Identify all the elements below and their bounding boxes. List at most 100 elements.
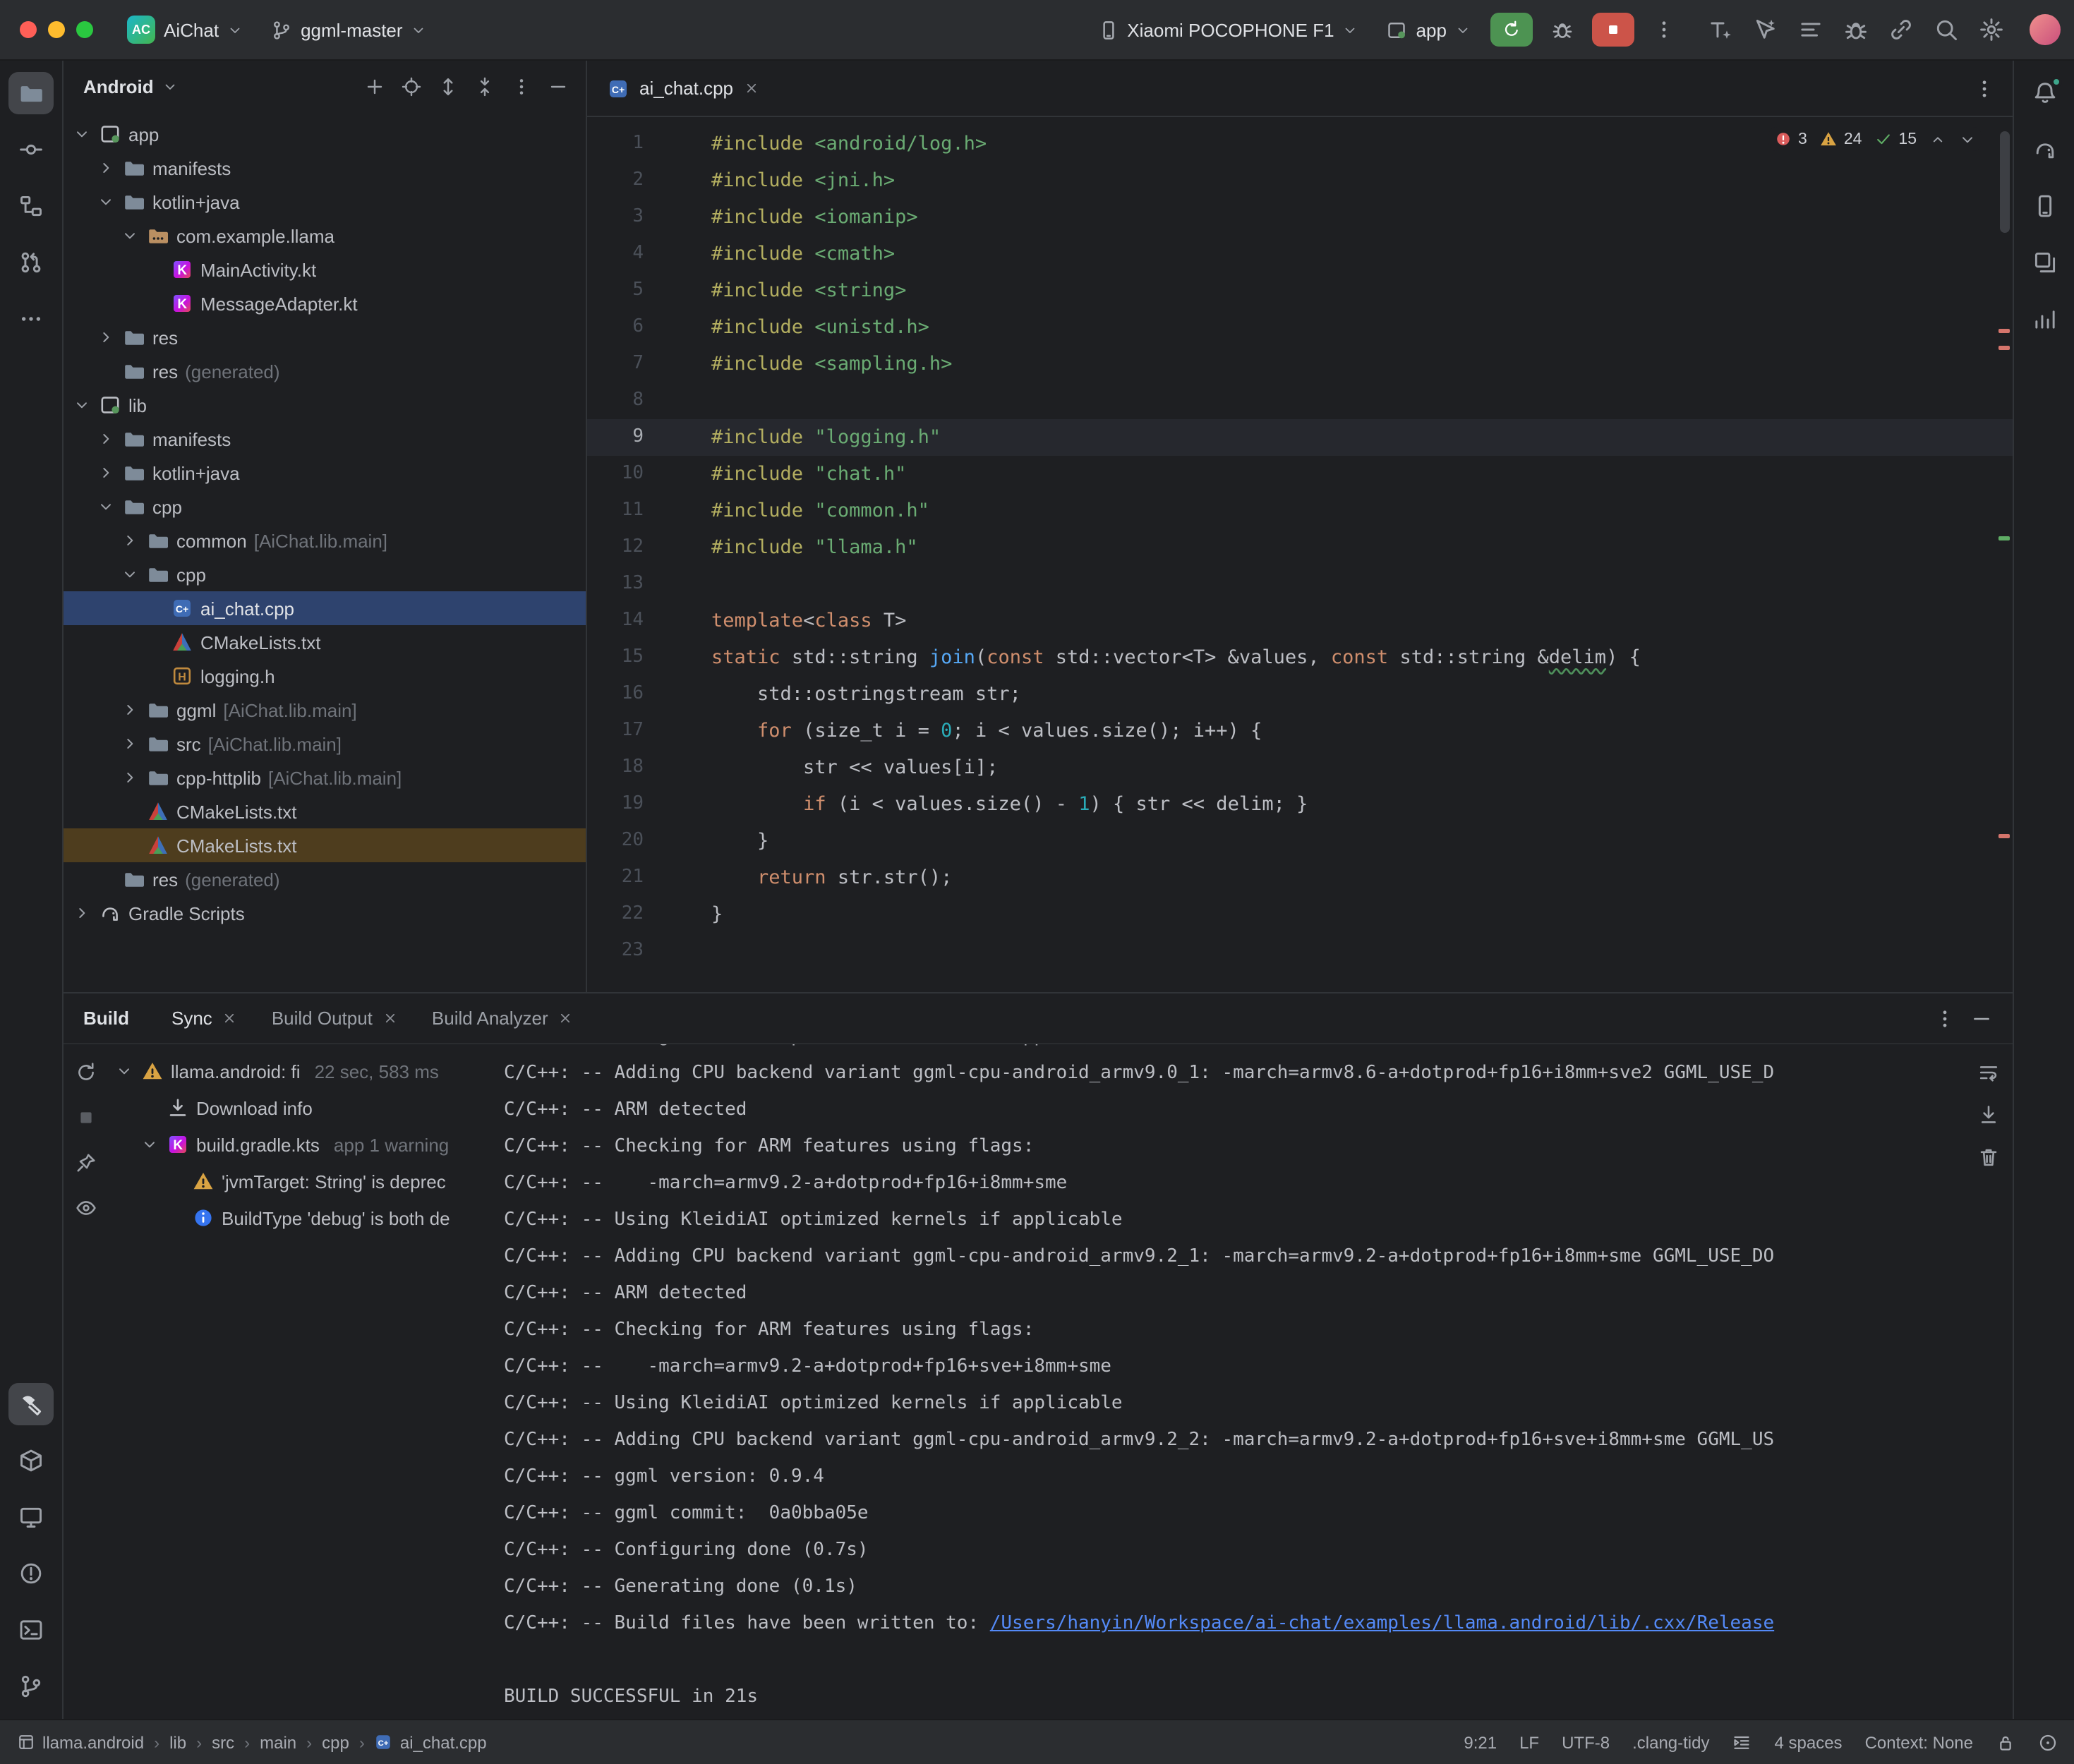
file-encoding[interactable]: UTF-8	[1562, 1732, 1610, 1752]
expand-all-icon[interactable]	[430, 71, 464, 102]
tree-item[interactable]: CMakeLists.txt	[64, 795, 586, 828]
device-manager-tool-icon[interactable]	[2022, 185, 2067, 227]
collapse-all-icon[interactable]	[467, 71, 501, 102]
code-style-icon[interactable]	[1732, 1732, 1752, 1752]
vcs-branch-widget[interactable]: ggml-master	[260, 13, 438, 46]
tree-item[interactable]: res (generated)	[64, 862, 586, 896]
code-line[interactable]: #include "common.h"	[677, 493, 2013, 529]
breadcrumb-item[interactable]: C+ai_chat.cpp	[375, 1732, 487, 1752]
version-control-tool-icon[interactable]	[8, 1665, 54, 1708]
code-line[interactable]: #include "chat.h"	[677, 456, 2013, 493]
user-avatar[interactable]	[2030, 14, 2061, 45]
pull-requests-tool-icon[interactable]	[8, 241, 54, 284]
breadcrumb-item[interactable]: lib	[169, 1732, 186, 1752]
notifications-icon[interactable]	[2022, 72, 2067, 114]
more-tool-windows-icon[interactable]	[8, 298, 54, 340]
line-number[interactable]: 20	[587, 823, 677, 859]
chevron-down-icon[interactable]	[96, 193, 116, 210]
line-number[interactable]: 23	[587, 933, 677, 969]
code-line[interactable]: #include "llama.h"	[677, 529, 2013, 566]
close-window-button[interactable]	[20, 21, 37, 38]
line-number[interactable]: 17	[587, 713, 677, 749]
line-separator[interactable]: LF	[1519, 1732, 1539, 1752]
project-tool-icon[interactable]	[8, 72, 54, 114]
prev-problem-icon[interactable]	[1929, 131, 1946, 147]
code-line[interactable]: #include <sampling.h>	[677, 346, 2013, 382]
build-panel-title[interactable]: Build	[83, 1008, 129, 1029]
line-number[interactable]: 9	[587, 419, 677, 456]
stop-sync-icon[interactable]	[69, 1101, 103, 1135]
chevron-down-icon[interactable]	[72, 126, 92, 143]
breadcrumb-item[interactable]: main	[260, 1732, 296, 1752]
close-tab-icon[interactable]	[222, 1010, 238, 1026]
tree-item[interactable]: kotlin+java	[64, 456, 586, 490]
profiler-icon[interactable]	[1835, 10, 1877, 49]
close-tab-icon[interactable]	[382, 1010, 398, 1026]
more-run-actions-icon[interactable]	[1643, 11, 1685, 48]
add-icon[interactable]	[357, 71, 391, 102]
editor-scrollbar[interactable]	[2000, 131, 2010, 233]
line-number[interactable]: 12	[587, 529, 677, 566]
tree-item[interactable]: Hlogging.h	[64, 659, 586, 693]
project-widget[interactable]: AC AiChat	[116, 10, 254, 49]
chevron-down-icon[interactable]	[114, 1063, 134, 1080]
code-line[interactable]: return str.str();	[677, 859, 2013, 896]
warning-count[interactable]: 24	[1820, 130, 1862, 148]
code-line[interactable]: }	[677, 896, 2013, 933]
close-tab-icon[interactable]	[558, 1010, 574, 1026]
build-options-icon[interactable]	[1928, 1003, 1962, 1034]
chevron-right-icon[interactable]	[120, 735, 140, 752]
tree-item[interactable]: ggml [AiChat.lib.main]	[64, 693, 586, 727]
locate-file-icon[interactable]	[394, 71, 428, 102]
code-editor[interactable]: 1234567891011121314151617181920212223 #i…	[587, 117, 2013, 992]
tree-item[interactable]: cpp	[64, 490, 586, 524]
chevron-right-icon[interactable]	[96, 159, 116, 176]
chevron-down-icon[interactable]	[96, 498, 116, 515]
line-number[interactable]: 2	[587, 162, 677, 199]
terminal-tool-icon[interactable]	[8, 1609, 54, 1651]
tree-item[interactable]: lib	[64, 388, 586, 422]
run-button[interactable]	[1490, 13, 1533, 47]
line-number[interactable]: 4	[587, 236, 677, 272]
debug-button[interactable]	[1541, 11, 1584, 48]
build-tab[interactable]: Build Analyzer	[415, 993, 591, 1043]
tree-item[interactable]: res (generated)	[64, 354, 586, 388]
panel-options-icon[interactable]	[504, 71, 538, 102]
ai-assistant-icon[interactable]	[1744, 10, 1787, 49]
running-devices-tool-icon[interactable]	[2022, 241, 2067, 284]
line-number[interactable]: 10	[587, 456, 677, 493]
line-number[interactable]: 7	[587, 346, 677, 382]
ai-rename-icon[interactable]	[1699, 10, 1742, 49]
commit-tool-icon[interactable]	[8, 128, 54, 171]
structure-tool-icon[interactable]	[8, 185, 54, 227]
code-line[interactable]	[677, 933, 2013, 969]
task-list-icon[interactable]	[1790, 10, 1832, 49]
inspection-widget[interactable]: 32415	[1768, 127, 1982, 151]
filter-warnings-icon[interactable]	[69, 1191, 103, 1225]
code-line[interactable]: #include <unistd.h>	[677, 309, 2013, 346]
stop-button[interactable]	[1592, 13, 1634, 47]
build-tree-item[interactable]: Download info	[109, 1089, 490, 1126]
minimize-window-button[interactable]	[48, 21, 65, 38]
pin-icon[interactable]	[69, 1146, 103, 1180]
line-number[interactable]: 3	[587, 199, 677, 236]
line-number[interactable]: 22	[587, 896, 677, 933]
breadcrumb-item[interactable]: cpp	[322, 1732, 349, 1752]
build-tab[interactable]: Build Output	[255, 993, 415, 1043]
code-line[interactable]: template<class T>	[677, 603, 2013, 639]
device-pairing-icon[interactable]	[1880, 10, 1922, 49]
search-everywhere-icon[interactable]	[1925, 10, 1967, 49]
build-tree-item[interactable]: llama.android: fi22 sec, 583 ms	[109, 1053, 490, 1089]
settings-gear-icon[interactable]	[1970, 10, 2013, 49]
code-line[interactable]	[677, 566, 2013, 603]
project-view-selector[interactable]: Android	[83, 75, 178, 97]
tree-item[interactable]: KMessageAdapter.kt	[64, 286, 586, 320]
code-line[interactable]: #include "logging.h"	[677, 419, 2013, 456]
code-line[interactable]: #include <cmath>	[677, 236, 2013, 272]
hide-build-panel-icon[interactable]	[1965, 1003, 1998, 1034]
chevron-right-icon[interactable]	[96, 464, 116, 481]
events-icon[interactable]	[2038, 1732, 2058, 1752]
device-selector[interactable]: Xiaomi POCOPHONE F1	[1086, 13, 1369, 46]
tree-item[interactable]: cpp	[64, 557, 586, 591]
line-number[interactable]: 5	[587, 272, 677, 309]
